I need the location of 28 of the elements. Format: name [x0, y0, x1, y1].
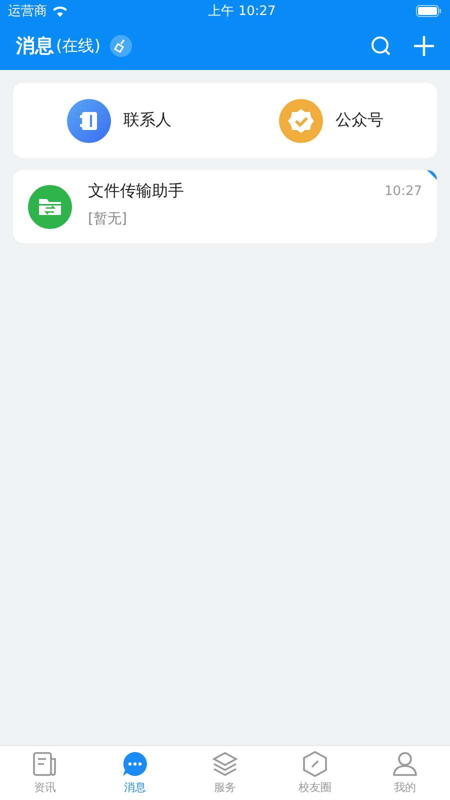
battery-icon: [416, 5, 442, 17]
verified-badge-icon: [278, 98, 322, 142]
conversation-name: 文件传输助手: [88, 181, 184, 202]
folder-transfer-icon: [28, 184, 72, 228]
clock-time: 上午 10:27: [208, 3, 276, 20]
online-status: (在线): [56, 36, 100, 56]
user-icon: [392, 751, 418, 777]
add-icon[interactable]: [414, 36, 434, 56]
tab-bar-item[interactable]: 校友圈: [270, 746, 360, 800]
hexagon-icon: [302, 751, 328, 777]
tab-bar-item[interactable]: 我的: [360, 746, 450, 800]
layers-icon: [212, 751, 238, 777]
carrier-name: 运营商: [8, 3, 47, 20]
tab-bar-item[interactable]: 服务: [180, 746, 270, 800]
search-icon[interactable]: [370, 35, 392, 57]
message-preview: [暂无]: [88, 210, 127, 228]
newspaper-icon: [32, 751, 58, 777]
shortcut-item[interactable]: 联系人: [13, 98, 225, 142]
shortcut-item[interactable]: 公众号: [225, 98, 437, 142]
page-title: 消息: [16, 34, 54, 59]
wifi-icon: [52, 5, 68, 17]
tab-bar-item[interactable]: 资讯: [0, 746, 90, 800]
broom-icon[interactable]: [110, 35, 132, 57]
chat-bubble-icon: [122, 751, 148, 777]
message-time: 10:27: [384, 184, 422, 199]
conversation-item[interactable]: 文件传输助手 10:27 [暂无]: [13, 170, 437, 243]
tab-bar-item[interactable]: 消息: [90, 746, 180, 800]
address-book-icon: [66, 98, 110, 142]
